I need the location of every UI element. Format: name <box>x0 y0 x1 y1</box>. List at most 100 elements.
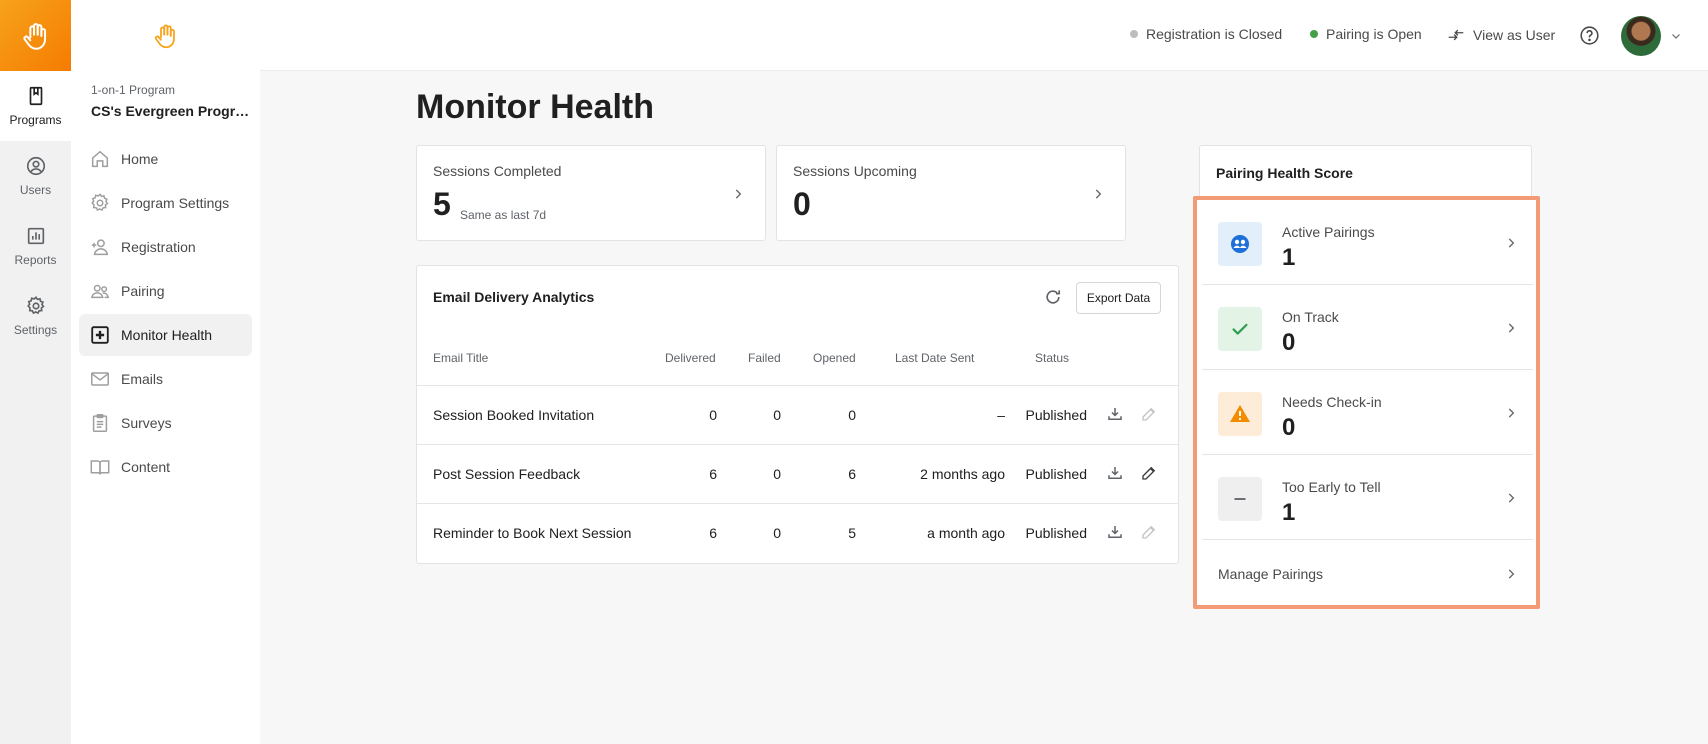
chevron-right-icon <box>735 189 742 199</box>
last-sent-cell: – <box>997 407 1005 423</box>
table-row[interactable]: Post Session Feedback 6 0 6 2 months ago… <box>417 444 1179 503</box>
failed-cell: 0 <box>773 525 781 541</box>
gear-icon <box>26 296 45 315</box>
chevron-right-icon <box>1508 569 1515 579</box>
edit-icon <box>1142 407 1156 421</box>
nav-item-content[interactable]: Content <box>79 446 252 488</box>
active-pairings-label: Active Pairings <box>1282 224 1375 240</box>
delivered-cell: 0 <box>709 407 717 423</box>
program-logo <box>71 0 260 71</box>
on-track-icon-box <box>1218 307 1262 351</box>
failed-cell: 0 <box>773 407 781 423</box>
status-cell: Published <box>1025 525 1088 541</box>
manage-pairings-link[interactable]: Manage Pairings <box>1202 546 1533 602</box>
nav-item-label: Content <box>121 459 171 475</box>
col-last-date-sent[interactable]: Last Date Sent <box>895 351 974 365</box>
chevron-right-icon <box>1508 493 1515 503</box>
too-early-value: 1 <box>1282 499 1296 526</box>
chevron-down-icon[interactable] <box>1670 30 1682 42</box>
pairing-status-label: Pairing is Open <box>1326 26 1422 42</box>
program-type: 1-on-1 Program <box>91 83 176 97</box>
pairing-status: Pairing is Open <box>1310 26 1422 42</box>
table-row[interactable]: Session Booked Invitation 0 0 0 – Publis… <box>417 385 1179 444</box>
opened-cell: 5 <box>848 525 856 541</box>
nav-item-label: Pairing <box>121 283 165 299</box>
avatar[interactable] <box>1621 16 1661 56</box>
chevron-right-icon <box>1095 189 1102 199</box>
email-title-cell: Reminder to Book Next Session <box>433 525 632 541</box>
last-sent-cell: a month ago <box>927 525 1005 541</box>
rail-programs[interactable]: Programs <box>0 71 71 141</box>
app-logo[interactable] <box>0 0 71 71</box>
nav-item-label: Emails <box>121 371 164 387</box>
download-icon[interactable] <box>1106 464 1124 482</box>
program-name[interactable]: CS's Evergreen Program <box>91 103 251 119</box>
opened-cell: 6 <box>848 466 856 482</box>
too-early-label: Too Early to Tell <box>1282 479 1381 495</box>
sessions-upcoming-card[interactable]: Sessions Upcoming 0 <box>776 145 1126 241</box>
col-delivered[interactable]: Delivered <box>665 351 716 365</box>
book-open-icon <box>90 460 110 475</box>
edit-icon <box>1142 525 1156 539</box>
book-icon <box>29 86 42 106</box>
check-icon <box>1232 323 1248 335</box>
nav-item-label: Program Settings <box>121 195 230 211</box>
email-title-cell: Session Booked Invitation <box>433 407 595 423</box>
nav-item-monitor-health[interactable]: Monitor Health <box>79 314 252 356</box>
app-rail: Programs Users Reports Settings <box>0 0 71 744</box>
sessions-completed-card[interactable]: Sessions Completed 5 Same as last 7d <box>416 145 766 241</box>
needs-check-in-item[interactable]: Needs Check-in 0 <box>1202 370 1533 455</box>
sessions-completed-note: Same as last 7d <box>460 208 547 222</box>
registration-status-label: Registration is Closed <box>1146 26 1283 42</box>
nav-item-pairing[interactable]: Pairing <box>79 270 252 312</box>
nav-item-program-settings[interactable]: Program Settings <box>79 182 252 224</box>
people-icon <box>90 284 110 299</box>
nav-item-home[interactable]: Home <box>79 138 252 180</box>
edit-icon[interactable] <box>1140 464 1158 482</box>
sessions-completed-value: 5 <box>433 186 451 222</box>
needs-check-in-value: 0 <box>1282 414 1296 441</box>
on-track-item[interactable]: On Track 0 <box>1202 285 1533 370</box>
needs-check-in-label: Needs Check-in <box>1282 394 1382 410</box>
view-as-user-button[interactable]: View as User <box>1447 26 1555 44</box>
nav-item-surveys[interactable]: Surveys <box>79 402 252 444</box>
chart-icon <box>27 227 44 245</box>
rail-reports[interactable]: Reports <box>0 211 71 281</box>
email-analytics-title: Email Delivery Analytics <box>433 289 595 305</box>
nav-item-emails[interactable]: Emails <box>79 358 252 400</box>
col-email-title[interactable]: Email Title <box>433 351 488 365</box>
email-analytics-card: Email Delivery Analytics Export Data Ema… <box>416 265 1179 564</box>
active-pairings-item[interactable]: Active Pairings 1 <box>1202 200 1533 285</box>
failed-cell: 0 <box>773 466 781 482</box>
table-row[interactable]: Reminder to Book Next Session 6 0 5 a mo… <box>417 503 1179 562</box>
col-status[interactable]: Status <box>1035 351 1069 365</box>
delivered-cell: 6 <box>709 525 717 541</box>
col-opened[interactable]: Opened <box>813 351 856 365</box>
pairing-health-title: Pairing Health Score <box>1216 165 1353 181</box>
export-data-button[interactable]: Export Data <box>1076 282 1161 314</box>
status-dot-open <box>1310 30 1318 38</box>
gear-icon <box>91 193 109 212</box>
warning-icon <box>1230 405 1250 422</box>
last-sent-cell: 2 months ago <box>920 466 1005 482</box>
nav-item-registration[interactable]: Registration <box>79 226 252 268</box>
email-title-cell: Post Session Feedback <box>433 466 581 482</box>
download-icon[interactable] <box>1106 523 1124 541</box>
rail-users[interactable]: Users <box>0 141 71 211</box>
on-track-value: 0 <box>1282 329 1296 356</box>
top-bar: Registration is Closed Pairing is Open V… <box>260 0 1708 71</box>
download-icon[interactable] <box>1106 405 1124 423</box>
sessions-upcoming-label: Sessions Upcoming <box>793 163 917 179</box>
program-sidebar: 1-on-1 Program CS's Evergreen Program Ho… <box>71 0 260 744</box>
too-early-item[interactable]: Too Early to Tell 1 <box>1202 455 1533 540</box>
status-dot-closed <box>1130 30 1138 38</box>
nav-item-label: Home <box>121 151 159 167</box>
refresh-icon[interactable] <box>1043 287 1063 307</box>
dash-icon <box>1234 498 1246 500</box>
rail-settings[interactable]: Settings <box>0 281 71 351</box>
user-circle-icon <box>26 156 45 176</box>
col-failed[interactable]: Failed <box>748 351 781 365</box>
help-icon[interactable] <box>1579 25 1600 46</box>
page-title: Monitor Health <box>416 88 654 126</box>
status-cell: Published <box>1025 466 1088 482</box>
